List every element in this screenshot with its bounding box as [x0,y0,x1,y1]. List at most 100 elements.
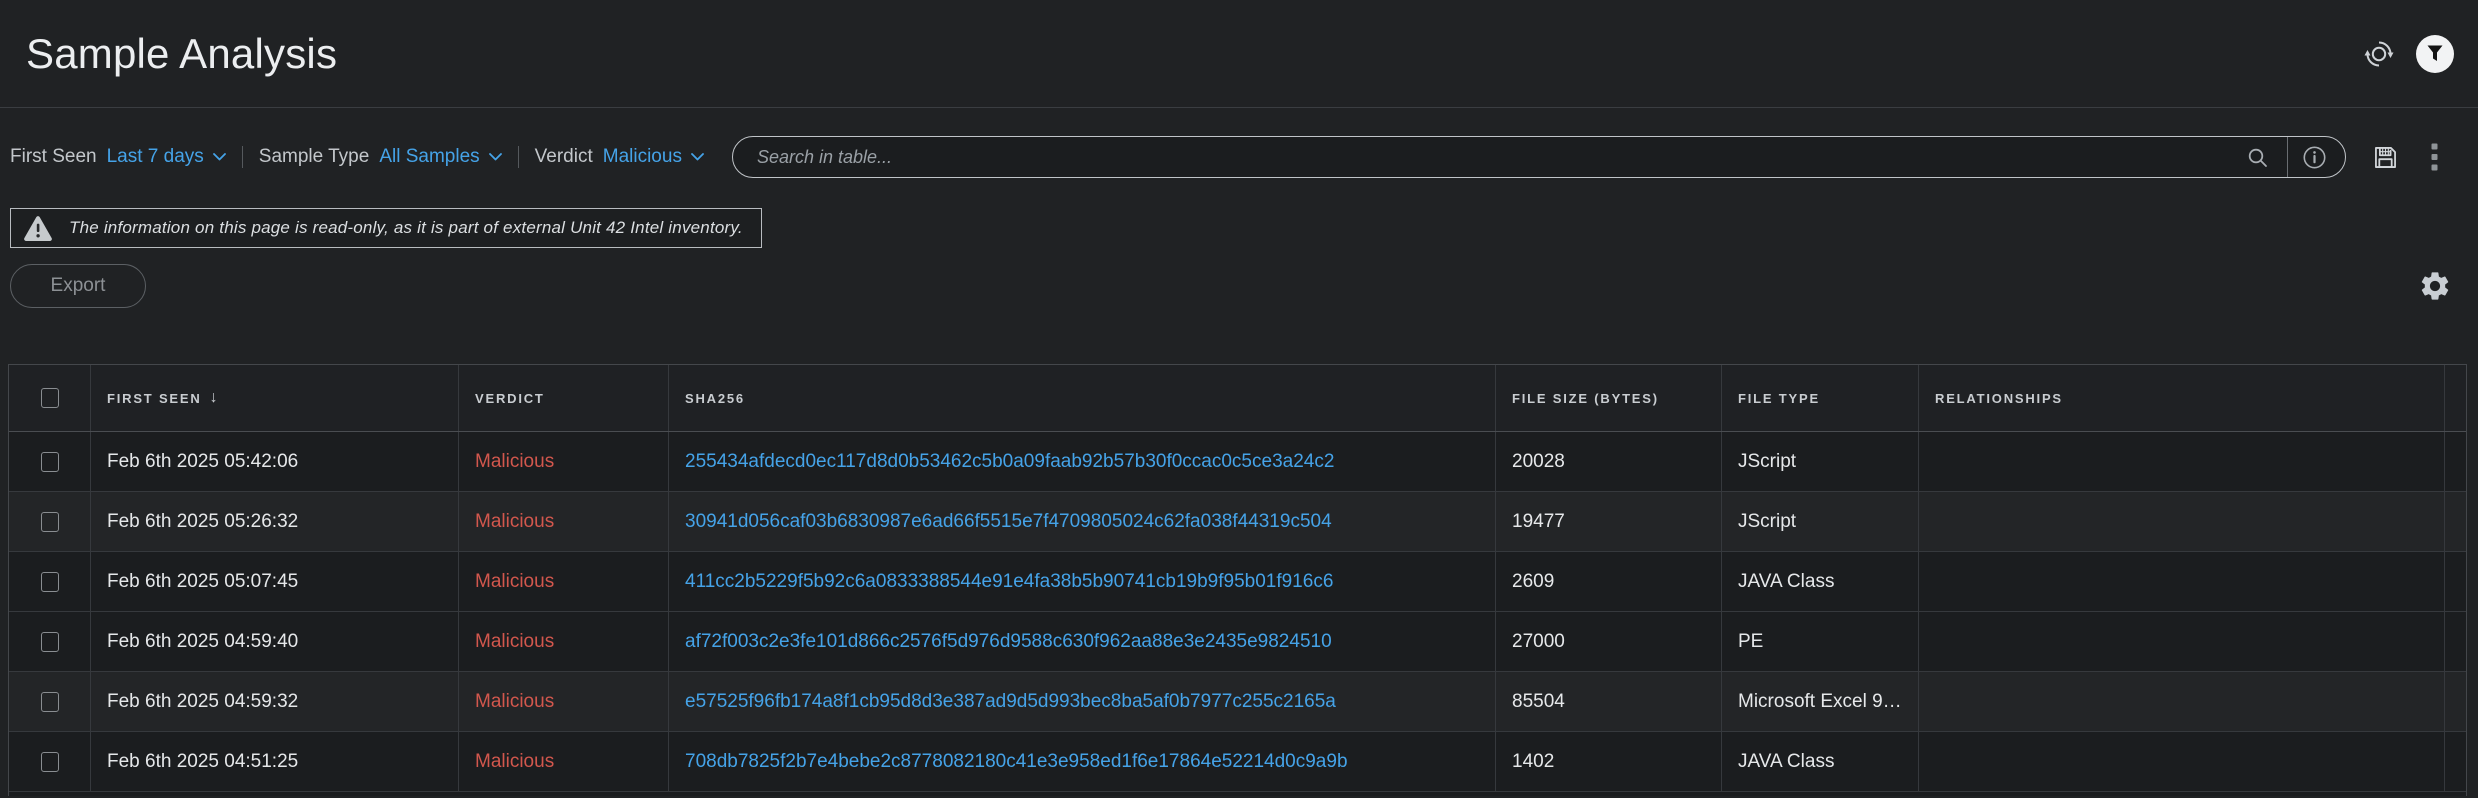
cell-file-size: 19477 [1496,492,1722,551]
cell-select [9,552,91,611]
table-row[interactable]: Feb 6th 2025 04:51:25 Malicious 708db782… [9,732,2466,792]
cell-spacer [2445,672,2466,731]
cell-relationships [1919,732,2445,791]
table-row[interactable]: Feb 6th 2025 04:59:32 Malicious e57525f9… [9,672,2466,732]
row-checkbox[interactable] [41,512,59,532]
table-body: Feb 6th 2025 05:42:06 Malicious 255434af… [9,432,2466,792]
table-row[interactable]: Feb 6th 2025 05:07:45 Malicious 411cc2b5… [9,552,2466,612]
cell-first-seen: Feb 6th 2025 05:42:06 [91,432,459,491]
notice-text: The information on this page is read-onl… [69,218,743,238]
cell-file-type: JScript [1722,432,1919,491]
cell-file-type: JScript [1722,492,1919,551]
filter-verdict-label: Verdict [535,146,593,168]
cell-file-size: 27000 [1496,612,1722,671]
table-settings-gear-icon[interactable] [2418,269,2452,303]
cell-first-seen: Feb 6th 2025 04:59:40 [91,612,459,671]
sync-icon[interactable] [2364,39,2394,69]
sha256-link[interactable]: 30941d056caf03b6830987e6ad66f5515e7f4709… [669,492,1496,551]
row-checkbox[interactable] [41,572,59,592]
filter-sample-type-value[interactable]: All Samples [379,146,479,168]
cell-select [9,492,91,551]
cell-first-seen: Feb 6th 2025 04:59:32 [91,672,459,731]
table-row[interactable]: Feb 6th 2025 05:42:06 Malicious 255434af… [9,432,2466,492]
sort-desc-icon: ↓ [210,389,218,407]
cell-first-seen: Feb 6th 2025 04:51:25 [91,732,459,791]
cell-file-type: PE [1722,612,1919,671]
save-icon[interactable] [2372,144,2399,171]
cell-verdict: Malicious [459,612,669,671]
column-label: FIRST SEEN [107,391,202,406]
column-header-first-seen[interactable]: FIRST SEEN ↓ [91,365,459,431]
cell-first-seen: Feb 6th 2025 05:07:45 [91,552,459,611]
filter-sample-type[interactable]: Sample Type All Samples [259,146,502,168]
warning-triangle-icon [23,215,53,242]
chevron-down-icon [691,153,704,161]
samples-table: FIRST SEEN ↓ VERDICT SHA256 FILE SIZE (B… [8,364,2467,796]
cell-file-type: JAVA Class [1722,732,1919,791]
table-row[interactable]: Feb 6th 2025 05:26:32 Malicious 30941d05… [9,492,2466,552]
cell-file-type: Microsoft Excel 9… [1722,672,1919,731]
cell-file-type: JAVA Class [1722,552,1919,611]
search-icon[interactable] [2246,146,2273,169]
sha256-link[interactable]: 411cc2b5229f5b92c6a0833388544e91e4fa38b5… [669,552,1496,611]
cell-relationships [1919,492,2445,551]
row-checkbox[interactable] [41,692,59,712]
search-input[interactable] [733,147,2246,168]
more-options-kebab-icon[interactable] [2431,143,2438,172]
filter-first-seen-label: First Seen [10,146,97,168]
row-checkbox[interactable] [41,632,59,652]
table-action-row: Export [0,264,2478,308]
sha256-link[interactable]: e57525f96fb174a8f1cb95d8d3e387ad9d5d993b… [669,672,1496,731]
filter-verdict[interactable]: Verdict Malicious [535,146,704,168]
sha256-link[interactable]: af72f003c2e3fe101d866c2576f5d976d9588c63… [669,612,1496,671]
search-divider [2287,137,2288,177]
sha256-link[interactable]: 708db7825f2b7e4bebe2c8778082180c41e3e958… [669,732,1496,791]
select-all-checkbox[interactable] [41,388,59,408]
table-row[interactable]: Feb 6th 2025 04:59:40 Malicious af72f003… [9,612,2466,672]
cell-file-size: 85504 [1496,672,1722,731]
cell-file-size: 20028 [1496,432,1722,491]
table-header-row: FIRST SEEN ↓ VERDICT SHA256 FILE SIZE (B… [9,365,2466,432]
table-search [732,136,2346,178]
cell-spacer [2445,612,2466,671]
filter-first-seen[interactable]: First Seen Last 7 days [10,146,226,168]
column-header-file-type[interactable]: FILE TYPE [1722,365,1919,431]
chevron-down-icon [213,153,226,161]
column-header-sha256[interactable]: SHA256 [669,365,1496,431]
row-checkbox[interactable] [41,752,59,772]
cell-select [9,612,91,671]
column-header-file-size[interactable]: FILE SIZE (BYTES) [1496,365,1722,431]
cell-spacer [2445,732,2466,791]
cell-spacer [2445,552,2466,611]
column-header-relationships[interactable]: RELATIONSHIPS [1919,365,2445,431]
cell-select [9,732,91,791]
column-header-verdict[interactable]: VERDICT [459,365,669,431]
cell-select [9,672,91,731]
funnel-icon [2427,45,2443,62]
cell-verdict: Malicious [459,432,669,491]
cell-relationships [1919,432,2445,491]
cell-relationships [1919,612,2445,671]
read-only-notice: The information on this page is read-onl… [10,208,762,248]
filter-first-seen-value[interactable]: Last 7 days [107,146,204,168]
cell-spacer [2445,432,2466,491]
cell-file-size: 1402 [1496,732,1722,791]
page-title: Sample Analysis [26,30,337,78]
header-actions [2364,35,2454,73]
partial-row [9,792,2466,796]
cell-first-seen: Feb 6th 2025 05:26:32 [91,492,459,551]
cell-verdict: Malicious [459,732,669,791]
cell-select [9,432,91,491]
filter-verdict-value[interactable]: Malicious [603,146,682,168]
filter-separator [242,146,243,168]
info-icon[interactable] [2302,145,2345,170]
filter-bar: First Seen Last 7 days Sample Type All S… [0,132,2478,182]
filter-separator [518,146,519,168]
sha256-link[interactable]: 255434afdecd0ec117d8d0b53462c5b0a09faab9… [669,432,1496,491]
cell-file-size: 2609 [1496,552,1722,611]
column-header-select [9,365,91,431]
cell-relationships [1919,552,2445,611]
export-button[interactable]: Export [10,264,146,308]
row-checkbox[interactable] [41,452,59,472]
user-avatar-filter-button[interactable] [2416,35,2454,73]
